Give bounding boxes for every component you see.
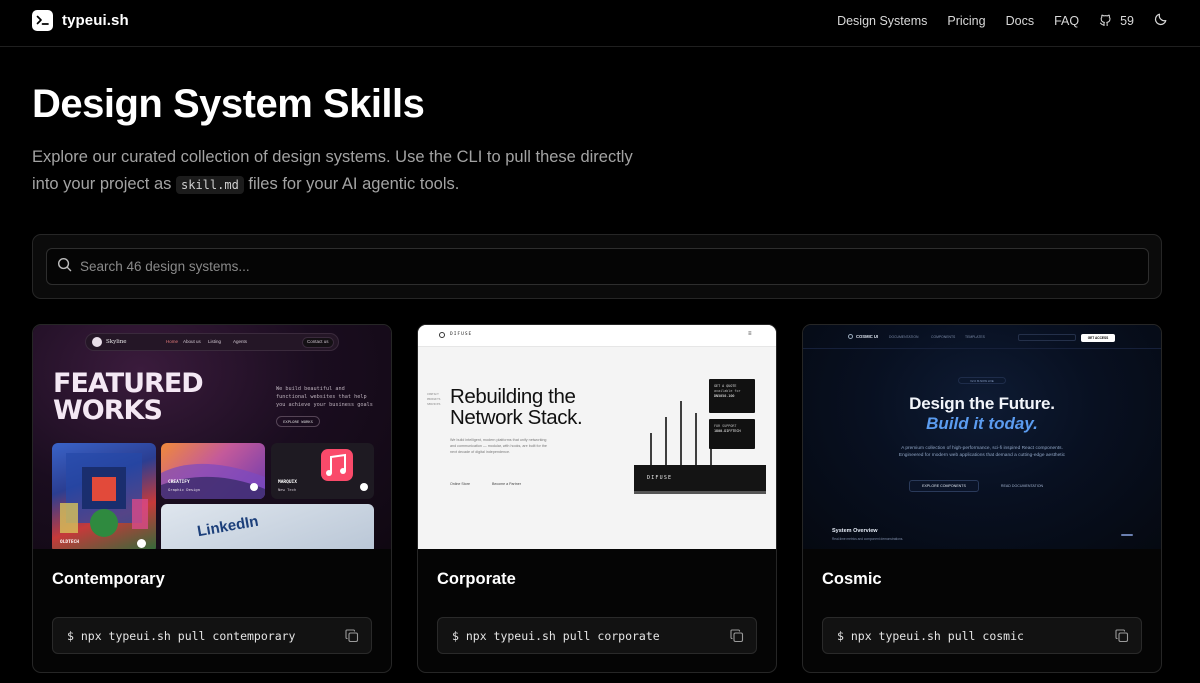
preview-tile-marquix: MARQUIX New Tech bbox=[271, 443, 374, 499]
preview-nav-item: Agents bbox=[233, 339, 248, 344]
preview-nav: Skyline Home About us Listing Agents Con… bbox=[85, 333, 339, 351]
page-title: Design System Skills bbox=[32, 82, 425, 126]
top-nav-bar: typeui.sh Design Systems Pricing Docs FA… bbox=[0, 0, 1200, 47]
skyline-logo-icon bbox=[92, 337, 102, 347]
preview-nav-item: About us bbox=[183, 339, 201, 344]
preview-panel-line: 1800-DIFFTECH bbox=[714, 429, 741, 433]
terminal-icon bbox=[32, 10, 53, 31]
nav-link-faq[interactable]: FAQ bbox=[1054, 14, 1079, 28]
preview-quote-panel: GET A QUOTE available for DN5050-100 bbox=[709, 379, 755, 413]
preview-corporate[interactable]: DIFUSE ≡ CONTACT PRODUCTS SERVICES Rebui… bbox=[418, 325, 776, 549]
copy-icon[interactable] bbox=[345, 629, 359, 643]
pull-command-text: $ npx typeui.sh pull corporate bbox=[452, 628, 660, 643]
preview-overview-sub: Real-time metrics and component demonstr… bbox=[832, 537, 904, 541]
github-stars-link[interactable]: 59 bbox=[1099, 13, 1134, 29]
preview-brand: COSMIC UI bbox=[856, 334, 879, 339]
card-title: Cosmic bbox=[822, 570, 882, 588]
preview-pager-dots bbox=[1121, 534, 1133, 536]
pull-command: $ npx typeui.sh pull corporate bbox=[437, 617, 757, 654]
copy-icon[interactable] bbox=[1115, 629, 1129, 643]
copy-icon[interactable] bbox=[730, 629, 744, 643]
preview-tile-label: MARQUIX bbox=[278, 480, 297, 485]
search-box bbox=[46, 248, 1149, 285]
arrow-icon bbox=[250, 483, 258, 491]
preview-support-panel: FOR SUPPORT 1800-DIFFTECH bbox=[709, 419, 755, 449]
arrow-icon bbox=[360, 483, 368, 491]
preview-nav-item: Listing bbox=[208, 339, 222, 344]
preview-nav-item: DOCUMENTATION bbox=[889, 335, 919, 339]
preview-tile-creatify: CREATIFY Graphic Design bbox=[161, 443, 265, 499]
preview-device-label: DIFUSE bbox=[647, 475, 673, 481]
preview-docs-button: READ DOCUMENTATION bbox=[1000, 484, 1044, 488]
preview-explore-button: EXPLORE WORKS bbox=[276, 416, 320, 427]
page-description: Explore our curated collection of design… bbox=[32, 144, 652, 198]
search-icon bbox=[57, 257, 72, 277]
search-input[interactable] bbox=[80, 259, 1080, 274]
brand-name: typeui.sh bbox=[62, 12, 129, 29]
preview-description: A premium collection of high-performance… bbox=[898, 446, 1066, 459]
search-panel bbox=[32, 234, 1162, 299]
theme-toggle-button[interactable] bbox=[1154, 12, 1168, 31]
preview-headline: FEATURED WORKS bbox=[53, 368, 204, 426]
preview-linkedin-text: LinkedIn bbox=[195, 512, 260, 541]
preview-tile-sublabel: New Tech bbox=[278, 487, 297, 492]
preview-tile-sublabel: Graphic Design bbox=[168, 487, 201, 492]
pull-command-text: $ npx typeui.sh pull contemporary bbox=[67, 628, 296, 643]
design-system-card-contemporary[interactable]: Skyline Home About us Listing Agents Con… bbox=[32, 324, 392, 673]
preview-cosmic[interactable]: COSMIC UI DOCUMENTATION COMPONENTS TEMPL… bbox=[803, 325, 1161, 549]
preview-subtext: We build beautiful and functional websit… bbox=[276, 386, 373, 408]
arrow-icon bbox=[137, 539, 146, 548]
preview-headline-1: Design the Future. bbox=[909, 394, 1055, 413]
preview-nav-item: Contact us bbox=[307, 339, 329, 344]
preview-search-box bbox=[1018, 334, 1076, 341]
preview-contemporary[interactable]: Skyline Home About us Listing Agents Con… bbox=[33, 325, 391, 549]
preview-nav-item: TEMPLATES bbox=[965, 335, 985, 339]
description-text-2: files for your AI agentic tools. bbox=[248, 174, 460, 193]
skill-md-code: skill.md bbox=[176, 175, 244, 194]
preview-nav-item: COMPONENTS bbox=[931, 335, 956, 339]
preview-nav: COSMIC UI DOCUMENTATION COMPONENTS TEMPL… bbox=[803, 325, 1161, 349]
preview-version-pill: V2.0 IS NOW LIVE bbox=[958, 377, 1006, 384]
nav-link-pricing[interactable]: Pricing bbox=[947, 14, 985, 28]
github-icon bbox=[1099, 13, 1112, 29]
design-system-card-corporate[interactable]: DIFUSE ≡ CONTACT PRODUCTS SERVICES Rebui… bbox=[417, 324, 777, 673]
pull-command: $ npx typeui.sh pull cosmic bbox=[822, 617, 1142, 654]
main-nav: Design Systems Pricing Docs FAQ 59 bbox=[817, 0, 1168, 42]
moon-icon bbox=[1154, 12, 1168, 31]
preview-headline-2: Build it today. bbox=[926, 414, 1038, 433]
preview-tile-linkedin: LinkedIn bbox=[161, 504, 374, 549]
pull-command-text: $ npx typeui.sh pull cosmic bbox=[837, 628, 1024, 643]
preview-panel-line: DN5050-100 bbox=[714, 394, 735, 398]
brand-link[interactable]: typeui.sh bbox=[32, 10, 129, 31]
pull-command: $ npx typeui.sh pull contemporary bbox=[52, 617, 372, 654]
preview-brand: Skyline bbox=[106, 339, 127, 345]
preview-tile-label: CREATIFY bbox=[168, 480, 190, 485]
github-star-count: 59 bbox=[1120, 14, 1134, 28]
preview-nav-item: Home bbox=[166, 339, 179, 344]
card-title: Corporate bbox=[437, 570, 516, 588]
nav-link-design-systems[interactable]: Design Systems bbox=[837, 14, 927, 28]
nav-link-docs[interactable]: Docs bbox=[1006, 14, 1034, 28]
cosmic-logo-icon bbox=[848, 334, 853, 339]
card-title: Contemporary bbox=[52, 570, 165, 588]
design-system-card-cosmic[interactable]: COSMIC UI DOCUMENTATION COMPONENTS TEMPL… bbox=[802, 324, 1162, 673]
preview-get-access: GET ACCESS bbox=[1081, 334, 1115, 342]
preview-tile-oldtech: OLDTECH bbox=[52, 443, 156, 549]
preview-explore-button: EXPLORE COMPONENTS bbox=[909, 480, 979, 492]
preview-tile-label: OLDTECH bbox=[60, 540, 79, 545]
preview-overview-title: System Overview bbox=[832, 528, 878, 534]
